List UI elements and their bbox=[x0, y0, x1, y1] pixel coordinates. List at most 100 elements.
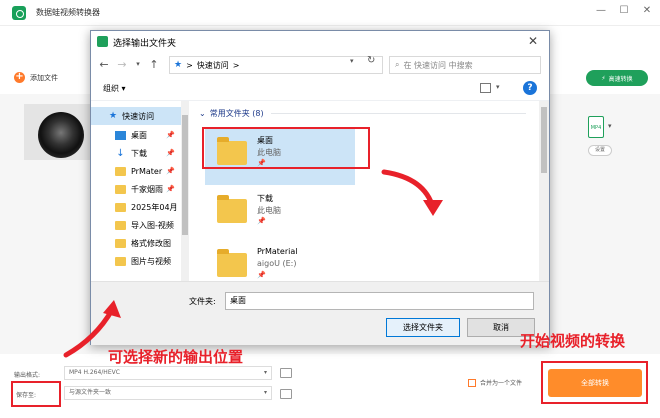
settings-button[interactable]: 设置 bbox=[588, 145, 612, 156]
high-speed-toggle[interactable]: ⚡ 高速转换 bbox=[586, 70, 648, 86]
nav-label: 格式修改图 bbox=[131, 238, 171, 248]
high-speed-label: 高速转换 bbox=[608, 75, 633, 83]
pin-icon: 📌 bbox=[166, 167, 175, 175]
folder-location: 此电脑 bbox=[257, 148, 281, 157]
open-folder-icon[interactable] bbox=[280, 389, 292, 399]
pin-icon: 📌 bbox=[257, 217, 266, 225]
nav-item-folder-5[interactable]: 2025年04月 bbox=[91, 198, 187, 216]
lightning-icon: ⚡ bbox=[601, 74, 606, 82]
convert-all-button[interactable]: 全部转换 bbox=[548, 369, 642, 397]
nav-label: 桌面 bbox=[131, 130, 147, 140]
nav-item-prmater[interactable]: PrMater 📌 bbox=[91, 162, 187, 180]
view-options-icon[interactable] bbox=[480, 83, 491, 93]
search-input[interactable]: ⌕ 在 快速访问 中搜索 bbox=[389, 56, 541, 74]
save-to-select[interactable]: 与源文件夹一致 ▾ bbox=[64, 386, 272, 400]
group-header[interactable]: ⌄ 常用文件夹 (8) bbox=[199, 108, 264, 119]
dialog-command-bar: 组织 ▾ ▾ ? bbox=[91, 77, 549, 101]
checkbox-icon bbox=[468, 378, 476, 387]
file-scrollbar-thumb[interactable] bbox=[541, 107, 547, 173]
pin-icon: 📌 bbox=[257, 159, 266, 167]
up-arrow-icon[interactable]: ↑ bbox=[147, 58, 161, 71]
dialog-title: 选择输出文件夹 bbox=[113, 39, 177, 49]
address-separator-trail: > bbox=[232, 60, 240, 70]
nav-scrollbar-thumb[interactable] bbox=[182, 115, 188, 235]
nav-item-folder-7[interactable]: 格式修改图 bbox=[91, 234, 187, 252]
app-titlebar: 数据蛙视频转换器 — ☐ ✕ bbox=[0, 0, 660, 26]
output-format-value: MP4 H.264/HEVC bbox=[69, 369, 120, 376]
folder-icon bbox=[115, 256, 126, 266]
nav-item-desktop[interactable]: 桌面 📌 bbox=[91, 126, 187, 144]
nav-label: 2025年04月 bbox=[131, 202, 178, 212]
app-title: 数据蛙视频转换器 bbox=[36, 8, 100, 17]
output-format-select[interactable]: MP4 H.264/HEVC ▾ bbox=[64, 366, 272, 380]
nav-label: 导入图-视频 bbox=[131, 220, 174, 230]
folder-icon bbox=[115, 202, 126, 212]
back-arrow-icon[interactable]: ← bbox=[97, 58, 111, 71]
add-file-label: 添加文件 bbox=[30, 73, 58, 82]
pin-icon: 📌 bbox=[257, 271, 266, 279]
help-icon[interactable]: ? bbox=[523, 81, 537, 95]
address-dropdown-icon[interactable]: ▾ bbox=[350, 57, 354, 65]
nav-label: 快速访问 bbox=[122, 111, 155, 121]
folder-icon bbox=[115, 238, 126, 248]
desktop-icon bbox=[115, 130, 126, 140]
minimize-icon[interactable]: — bbox=[594, 4, 608, 18]
dialog-app-icon bbox=[97, 36, 108, 47]
organize-menu[interactable]: 组织 ▾ bbox=[103, 83, 126, 94]
folder-location: 此电脑 bbox=[257, 206, 281, 215]
folder-item-downloads[interactable]: 下载 此电脑 📌 bbox=[205, 187, 355, 243]
maximize-icon[interactable]: ☐ bbox=[617, 4, 631, 18]
star-icon: ★ bbox=[109, 111, 118, 121]
annotation-choose-location: 可选择新的输出位置 bbox=[108, 348, 244, 366]
folder-name: 桌面 bbox=[257, 136, 273, 145]
dialog-close-icon[interactable]: ✕ bbox=[528, 34, 538, 48]
search-placeholder: 在 快速访问 中搜索 bbox=[403, 60, 473, 70]
nav-item-folder-8[interactable]: 图片与视频 bbox=[91, 252, 187, 270]
forward-arrow-icon[interactable]: → bbox=[115, 58, 129, 71]
recent-dropdown-icon[interactable]: ▾ bbox=[131, 60, 145, 68]
output-format-label: 输出格式: bbox=[14, 372, 41, 379]
pin-icon: 📌 bbox=[166, 149, 175, 157]
select-folder-dialog: 选择输出文件夹 ✕ ← → ▾ ↑ ★ > 快速访问 > ▾ ↻ ⌕ 在 快速访… bbox=[90, 30, 550, 345]
folder-item-prmaterial[interactable]: PrMaterial aigoU (E:) 📌 bbox=[205, 241, 355, 281]
nav-item-downloads[interactable]: ↓ 下载 📌 bbox=[91, 144, 187, 162]
folder-name: 下载 bbox=[257, 194, 273, 203]
plus-icon: + bbox=[14, 71, 25, 83]
select-folder-button[interactable]: 选择文件夹 bbox=[386, 318, 460, 337]
nav-item-folder-4[interactable]: 千家烟雨 📌 bbox=[91, 180, 187, 198]
nav-label: 千家烟雨 bbox=[131, 184, 163, 194]
add-file-button[interactable]: + 添加文件 bbox=[14, 72, 58, 83]
dialog-titlebar: 选择输出文件夹 ✕ bbox=[91, 31, 549, 53]
folder-icon bbox=[217, 137, 247, 165]
pin-icon: 📌 bbox=[166, 131, 175, 139]
star-icon: ★ bbox=[174, 60, 183, 70]
app-logo-icon bbox=[12, 6, 26, 20]
folder-icon bbox=[217, 249, 247, 277]
chevron-down-icon: ▾ bbox=[263, 389, 267, 396]
folder-name-input[interactable]: 桌面 bbox=[225, 292, 534, 310]
address-separator: > bbox=[186, 60, 193, 70]
file-pane: ⌄ 常用文件夹 (8) 桌面 此电脑 📌 下载 此电脑 📌 PrMaterial… bbox=[191, 101, 549, 281]
nav-label: PrMater bbox=[131, 166, 163, 176]
mp4-format-icon[interactable]: MP4 bbox=[588, 116, 604, 138]
close-icon[interactable]: ✕ bbox=[640, 4, 654, 18]
refresh-icon[interactable]: ↻ bbox=[367, 55, 375, 66]
folder-field-label: 文件夹: bbox=[189, 297, 216, 306]
file-scrollbar[interactable] bbox=[539, 101, 549, 281]
annotation-start-conversion: 开始视频的转换 bbox=[520, 332, 626, 350]
folder-item-desktop[interactable]: 桌面 此电脑 📌 bbox=[205, 129, 355, 185]
group-divider bbox=[271, 113, 526, 114]
save-to-value: 与源文件夹一致 bbox=[69, 389, 112, 396]
pin-icon: 📌 bbox=[166, 185, 175, 193]
chevron-down-icon: ⌄ bbox=[199, 109, 206, 118]
nav-item-folder-6[interactable]: 导入图-视频 bbox=[91, 216, 187, 234]
format-file-icon[interactable] bbox=[280, 368, 292, 378]
nav-item-quick-access[interactable]: ★ 快速访问 bbox=[91, 107, 187, 125]
folder-name: PrMaterial bbox=[257, 247, 298, 256]
nav-scrollbar[interactable] bbox=[181, 101, 189, 281]
format-dropdown-icon[interactable]: ▾ bbox=[608, 122, 612, 130]
download-icon: ↓ bbox=[116, 147, 125, 159]
video-thumbnail[interactable] bbox=[24, 104, 96, 160]
view-dropdown-icon[interactable]: ▾ bbox=[496, 83, 500, 91]
merge-checkbox[interactable]: 合并为一个文件 bbox=[468, 378, 522, 387]
